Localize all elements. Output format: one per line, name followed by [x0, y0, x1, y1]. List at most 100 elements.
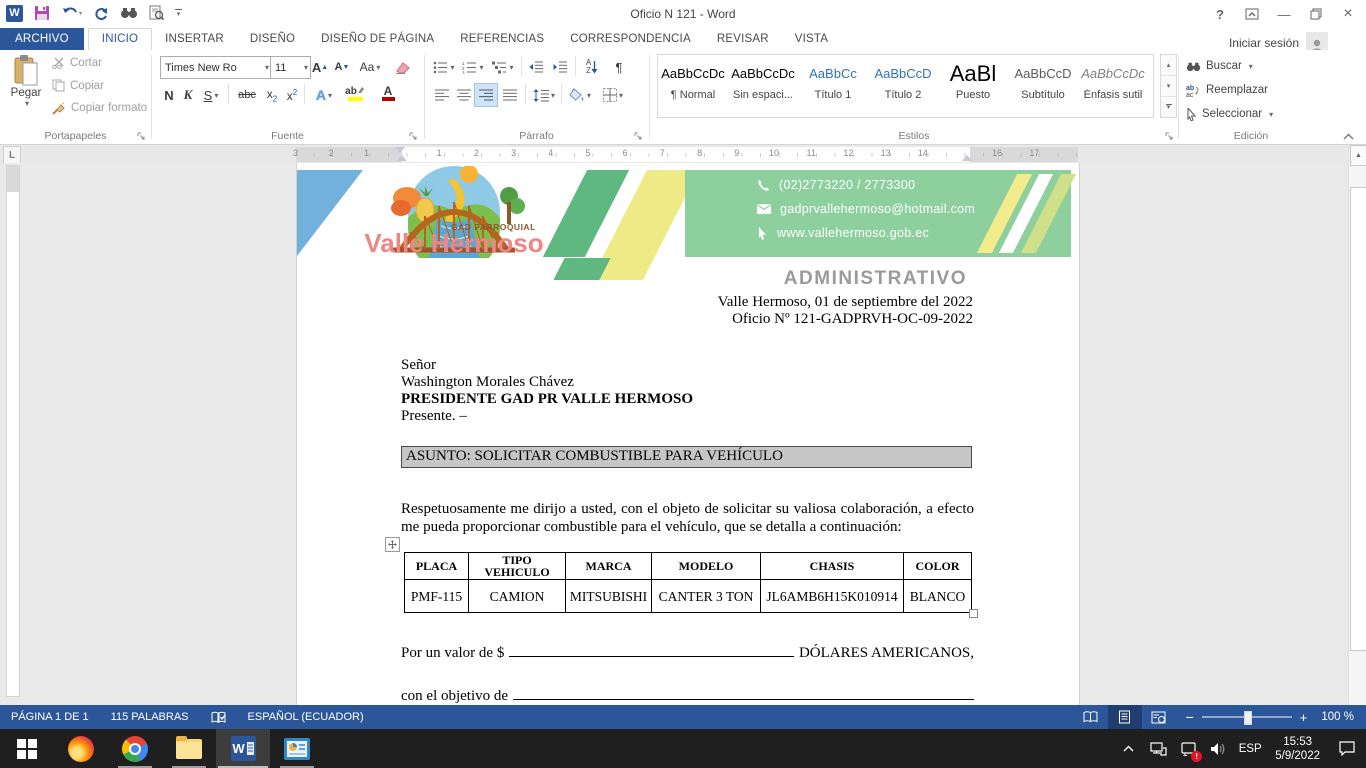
minimize-button[interactable]: — — [1268, 2, 1300, 26]
print-layout-button[interactable] — [1108, 705, 1142, 729]
tab-diseño[interactable]: DISEÑO — [237, 29, 308, 50]
styles-scroll-down[interactable]: ▾ — [1161, 76, 1176, 97]
bold-button[interactable]: N — [160, 84, 178, 106]
scroll-up-button[interactable]: ▲ — [1350, 145, 1366, 166]
style--normal[interactable]: AaBbCcDc¶ Normal — [658, 55, 728, 117]
bullets-button[interactable]: ▾ — [431, 56, 457, 78]
scrollbar-thumb[interactable] — [1350, 187, 1366, 651]
select-menu-button[interactable]: Seleccionar▾ — [1186, 103, 1273, 125]
taskbar-chrome[interactable] — [108, 729, 162, 768]
superscript-button[interactable]: x2 — [282, 84, 302, 106]
right-indent-marker[interactable] — [962, 155, 972, 161]
tray-expand-chevron[interactable] — [1113, 729, 1143, 768]
vertical-scrollbar[interactable]: ▲ — [1348, 145, 1366, 705]
shrink-font-button[interactable]: A▼ — [332, 56, 352, 78]
save-button[interactable] — [34, 3, 50, 23]
style--nfasis-sutil[interactable]: AaBbCcDcÉnfasis sutil — [1078, 55, 1148, 117]
hanging-indent-marker[interactable] — [397, 155, 407, 161]
collapse-ribbon-button[interactable] — [1343, 133, 1354, 140]
styles-dialog-launcher[interactable] — [1165, 132, 1174, 141]
zoom-track[interactable] — [1202, 716, 1292, 718]
cut-button[interactable]: Cortar — [52, 57, 102, 69]
tab-selector[interactable]: L — [3, 146, 21, 164]
document-page[interactable]: (02)2773220 / 2773300 gadprvallehermoso@… — [296, 163, 1080, 705]
style-t-tulo-2[interactable]: AaBbCcDTítulo 2 — [868, 55, 938, 117]
tab-insertar[interactable]: INSERTAR — [152, 29, 237, 50]
paragraph-dialog-launcher[interactable] — [634, 132, 643, 141]
print-preview-button[interactable] — [149, 3, 164, 23]
grow-font-button[interactable]: A▲ — [310, 56, 330, 78]
paste-button[interactable]: Pegar ▾ — [6, 55, 46, 123]
table-move-handle[interactable] — [385, 537, 400, 552]
value-blank-field[interactable] — [509, 642, 794, 657]
strikethrough-button[interactable]: abc — [234, 84, 260, 106]
network-icon[interactable] — [1143, 729, 1173, 768]
find-menu-button[interactable]: Buscar▾ — [1186, 55, 1253, 77]
taskbar-firefox[interactable] — [54, 729, 108, 768]
font-color-button[interactable]: A — [374, 82, 402, 104]
tab-revisar[interactable]: REVISAR — [704, 29, 782, 50]
customize-qat-button[interactable]: ▾ — [175, 3, 182, 23]
clear-formatting-button[interactable] — [392, 56, 414, 78]
action-center-icon[interactable]: ! — [1173, 729, 1203, 768]
highlight-color-button[interactable]: ab — [340, 82, 370, 104]
taskbar-app[interactable] — [270, 729, 324, 768]
web-layout-button[interactable] — [1142, 705, 1176, 729]
undo-button[interactable] — [61, 3, 83, 23]
styles-scroll-up[interactable]: ▴ — [1161, 55, 1176, 76]
zoom-in-button[interactable]: + — [1300, 710, 1308, 725]
copy-button[interactable]: Copiar — [52, 79, 104, 92]
style-subt-tulo[interactable]: AaBbCcDSubtítulo — [1008, 55, 1078, 117]
objective-blank-field[interactable] — [513, 685, 974, 700]
shading-button[interactable]: ▾ — [565, 84, 595, 106]
clipboard-dialog-launcher[interactable] — [137, 132, 146, 141]
align-center-button[interactable] — [453, 84, 475, 106]
tab-referencias[interactable]: REFERENCIAS — [447, 29, 557, 50]
borders-button[interactable]: ▾ — [597, 84, 629, 106]
styles-more-button[interactable]: ▾ — [1161, 97, 1176, 117]
proofing-status[interactable] — [200, 705, 237, 729]
font-family-select[interactable]: Times New Ro▾ — [160, 56, 272, 79]
ribbon-display-button[interactable] — [1236, 2, 1268, 26]
volume-icon[interactable] — [1203, 729, 1233, 768]
style-t-tulo-1[interactable]: AaBbCcTítulo 1 — [798, 55, 868, 117]
notification-center-icon[interactable] — [1328, 729, 1366, 768]
line-spacing-button[interactable]: ▾ — [529, 84, 559, 106]
tab-inicio[interactable]: INICIO — [88, 28, 152, 51]
help-button[interactable]: ? — [1204, 2, 1236, 26]
tab-diseño-de-página[interactable]: DISEÑO DE PÁGINA — [308, 29, 447, 50]
increase-indent-button[interactable] — [549, 56, 571, 78]
close-button[interactable]: × — [1332, 2, 1364, 26]
subscript-button[interactable]: x2 — [262, 84, 282, 106]
tab-vista[interactable]: VISTA — [782, 29, 841, 50]
font-size-select[interactable]: 11▾ — [270, 56, 311, 79]
word-count[interactable]: 115 PALABRAS — [100, 705, 200, 729]
zoom-level[interactable]: 100 % — [1317, 711, 1366, 723]
change-case-button[interactable]: Aa▾ — [356, 56, 384, 78]
tab-correspondencia[interactable]: CORRESPONDENCIA — [557, 29, 704, 50]
text-effects-button[interactable]: A▾ — [310, 84, 338, 106]
zoom-out-button[interactable]: − — [1186, 709, 1194, 725]
italic-button[interactable]: K — [180, 84, 196, 106]
show-marks-button[interactable]: ¶ — [609, 56, 629, 78]
input-language[interactable]: ESP — [1233, 743, 1267, 755]
underline-button[interactable]: S▾ — [198, 84, 224, 106]
zoom-thumb[interactable] — [1244, 711, 1252, 725]
taskbar-file-explorer[interactable] — [162, 729, 216, 768]
style-puesto[interactable]: AaBlPuesto — [938, 55, 1008, 117]
table-resize-handle[interactable] — [969, 609, 978, 618]
start-button[interactable] — [0, 729, 54, 768]
restore-button[interactable] — [1300, 2, 1332, 26]
font-dialog-launcher[interactable] — [409, 132, 418, 141]
redo-button[interactable] — [94, 3, 109, 23]
style-sin-espaci-[interactable]: AaBbCcDcSin espaci... — [728, 55, 798, 117]
read-mode-button[interactable] — [1074, 705, 1108, 729]
align-right-button[interactable] — [475, 84, 497, 106]
find-button[interactable] — [120, 3, 138, 23]
numbering-button[interactable]: 123▾ — [459, 56, 487, 78]
page-count[interactable]: PÁGINA 1 DE 1 — [0, 705, 100, 729]
clock[interactable]: 15:53 5/9/2022 — [1267, 735, 1328, 763]
justify-button[interactable] — [499, 84, 521, 106]
tab-archivo[interactable]: ARCHIVO — [0, 28, 84, 50]
language-status[interactable]: ESPAÑOL (ECUADOR) — [237, 705, 375, 729]
